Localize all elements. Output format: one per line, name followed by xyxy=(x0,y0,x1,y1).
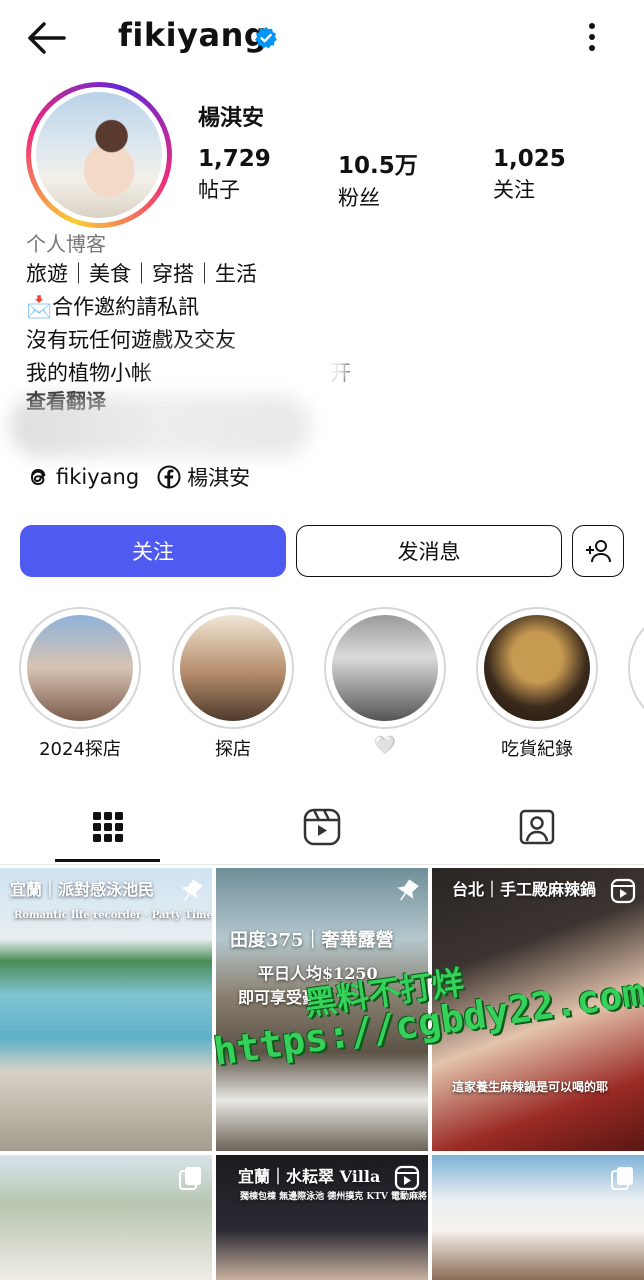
profile-links: fikiyang 楊淇安 xyxy=(26,461,268,493)
profile-avatar-ring[interactable] xyxy=(26,82,172,228)
back-arrow-icon[interactable] xyxy=(24,18,68,58)
highlight-cover xyxy=(484,615,590,721)
post-overlay-title: 田度375｜奢華露營 xyxy=(230,930,394,951)
profile-category: 个人博客 xyxy=(26,232,106,256)
bio-line-1: 旅遊｜美食｜穿搭｜生活 xyxy=(26,262,257,286)
highlight-2[interactable]: 探店 xyxy=(171,607,295,760)
verified-badge-icon xyxy=(255,27,277,49)
facebook-icon xyxy=(157,465,181,489)
grid-post-6[interactable] xyxy=(432,1155,644,1280)
highlight-label: 🤍 xyxy=(373,735,397,756)
tab-reels[interactable] xyxy=(268,790,376,864)
grid-post-4[interactable] xyxy=(0,1155,212,1280)
tab-active-indicator xyxy=(55,859,160,862)
top-bar: fikiyang xyxy=(0,0,644,76)
highlight-4[interactable]: 吃貨紀錄 xyxy=(475,607,599,760)
post-overlay-title: 宜蘭｜派對感泳池民 xyxy=(10,880,155,899)
blur-redaction xyxy=(150,350,350,390)
tagged-icon xyxy=(519,809,555,845)
profile-username: fikiyang xyxy=(118,16,268,54)
avatar xyxy=(36,92,162,218)
stat-followers-label: 粉丝 xyxy=(338,186,380,210)
post-overlay-sub: 這家養生麻辣鍋是可以喝的耶 xyxy=(452,1080,609,1094)
pin-icon xyxy=(397,879,419,901)
stat-posts[interactable]: 1,729 帖子 xyxy=(198,146,271,204)
tab-posts-grid[interactable] xyxy=(54,790,162,864)
facebook-link-text: 楊淇安 xyxy=(187,466,251,490)
stat-posts-label: 帖子 xyxy=(198,178,240,202)
more-options-icon[interactable] xyxy=(582,20,602,54)
profile-full-name: 楊淇安 xyxy=(198,106,265,131)
stat-following-label: 关注 xyxy=(493,178,535,202)
post-overlay-sub: Romantic life recorder · Party Time xyxy=(14,910,212,921)
message-button[interactable]: 发消息 xyxy=(296,525,562,577)
highlight-cover xyxy=(27,615,133,721)
stat-following[interactable]: 1,025 关注 xyxy=(493,146,566,204)
highlight-5-partial[interactable] xyxy=(628,607,644,729)
threads-link[interactable]: fikiyang xyxy=(26,465,139,489)
profile-tabs xyxy=(0,790,644,864)
pin-icon xyxy=(181,879,203,901)
carousel-icon xyxy=(179,1167,201,1190)
bio-line-4: 我的植物小帐 xyxy=(26,361,152,385)
stat-following-value: 1,025 xyxy=(493,146,566,172)
reels-icon xyxy=(303,808,341,846)
facebook-link[interactable]: 楊淇安 xyxy=(157,462,250,492)
blur-redaction-2 xyxy=(10,395,310,457)
highlight-label: 吃貨紀錄 xyxy=(501,739,573,760)
post-overlay-title: 台北｜手工殿麻辣鍋 xyxy=(452,880,597,899)
tabs-divider xyxy=(0,864,644,865)
reel-icon xyxy=(394,1165,420,1191)
grid-icon xyxy=(93,812,123,842)
highlight-cover xyxy=(332,615,438,721)
grid-post-1[interactable]: 宜蘭｜派對感泳池民 Romantic life recorder · Party… xyxy=(0,868,212,1151)
tab-tagged[interactable] xyxy=(483,790,591,864)
add-person-icon xyxy=(586,540,611,563)
highlight-1[interactable]: 2024探店 xyxy=(18,607,142,760)
stat-followers-value: 10.5万 xyxy=(338,153,418,179)
suggest-user-button[interactable] xyxy=(572,525,624,577)
carousel-icon xyxy=(611,1167,633,1190)
grid-post-5[interactable]: 宜蘭｜水耘翠 Villa 獨棟包棟 無邊際泳池 德州撲克 KTV 電動麻將 xyxy=(216,1155,428,1280)
threads-icon xyxy=(30,468,46,486)
reel-icon xyxy=(610,878,636,904)
stat-posts-value: 1,729 xyxy=(198,146,271,172)
bio-line-2: 📩合作邀約請私訊 xyxy=(26,295,200,319)
highlight-label: 探店 xyxy=(215,739,251,760)
post-overlay-title: 宜蘭｜水耘翠 Villa xyxy=(238,1167,381,1186)
follow-button[interactable]: 关注 xyxy=(20,525,286,577)
highlight-label: 2024探店 xyxy=(39,739,121,760)
threads-link-text: fikiyang xyxy=(56,465,140,489)
highlight-3[interactable]: 🤍 xyxy=(323,607,447,759)
stat-followers[interactable]: 10.5万 粉丝 xyxy=(338,146,418,212)
highlight-cover xyxy=(180,615,286,721)
